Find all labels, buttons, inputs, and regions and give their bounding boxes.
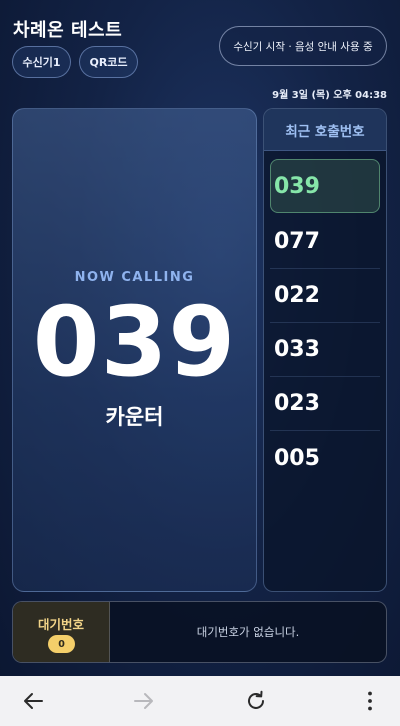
more-vert-icon xyxy=(368,691,372,711)
now-calling-number: 039 xyxy=(32,286,237,398)
receiver-button[interactable]: 수신기1 xyxy=(12,46,71,78)
recent-calls-list: 039 077 022 033 023 005 xyxy=(264,151,386,485)
app-title: 차례온 테스트 xyxy=(13,20,123,41)
more-options-button[interactable] xyxy=(345,676,395,726)
reload-icon xyxy=(248,690,264,709)
recent-calls-header: 최근 호출번호 xyxy=(264,109,386,151)
now-calling-panel: NOW CALLING 039 카운터 xyxy=(12,108,257,592)
forward-button[interactable] xyxy=(119,676,169,726)
browser-navigation-bar xyxy=(0,676,400,726)
receiver-status-button[interactable]: 수신기 시작 · 음성 안내 사용 중 xyxy=(219,26,387,66)
waiting-count-badge: 0 xyxy=(48,635,75,653)
now-calling-counter: 카운터 xyxy=(105,405,164,429)
waiting-summary: 대기번호 0 xyxy=(13,602,110,662)
back-button[interactable] xyxy=(8,676,58,726)
now-calling-label: NOW CALLING xyxy=(74,270,195,285)
datetime-label: 9월 3일 (목) 오후 04:38 xyxy=(272,90,387,101)
recent-call-item: 005 xyxy=(274,445,320,471)
recent-call-item: 077 xyxy=(270,215,380,269)
forward-arrow-icon xyxy=(134,693,153,709)
recent-call-item: 033 xyxy=(270,323,380,377)
qr-code-button[interactable]: QR코드 xyxy=(79,46,138,78)
recent-call-item: 023 xyxy=(270,377,380,431)
reload-button[interactable] xyxy=(231,676,281,726)
waiting-empty-message: 대기번호가 없습니다. xyxy=(196,625,300,639)
recent-call-item-current: 039 xyxy=(270,159,380,213)
recent-call-item: 022 xyxy=(270,269,380,323)
recent-calls-panel: 최근 호출번호 039 077 022 033 023 005 xyxy=(263,108,387,592)
waiting-label: 대기번호 xyxy=(37,617,84,632)
waiting-panel: 대기번호 0 대기번호가 없습니다. xyxy=(12,601,387,663)
back-arrow-icon xyxy=(24,693,43,709)
